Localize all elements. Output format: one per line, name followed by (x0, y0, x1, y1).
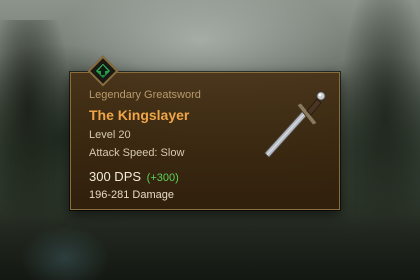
item-rarity-type: Legendary Greatsword (89, 89, 201, 101)
item-dps-value: 300 DPS (89, 169, 142, 184)
item-dps-bonus: (+300) (146, 172, 179, 184)
game-scene: Legendary Greatsword The Kingslayer Leve… (0, 0, 420, 280)
item-level: Level 20 (89, 129, 131, 141)
item-attack-speed: Attack Speed: Slow (89, 147, 185, 159)
background-trees-left (0, 20, 70, 240)
upgrade-arrow-icon (98, 65, 108, 75)
item-dps: 300 DPS (+300) (89, 169, 179, 184)
background-bush (20, 225, 110, 280)
item-name: The Kingslayer (89, 107, 190, 123)
item-damage: 196-281 Damage (89, 189, 175, 201)
greatsword-icon (264, 91, 326, 158)
item-tooltip: Legendary Greatsword The Kingslayer Leve… (70, 72, 340, 210)
